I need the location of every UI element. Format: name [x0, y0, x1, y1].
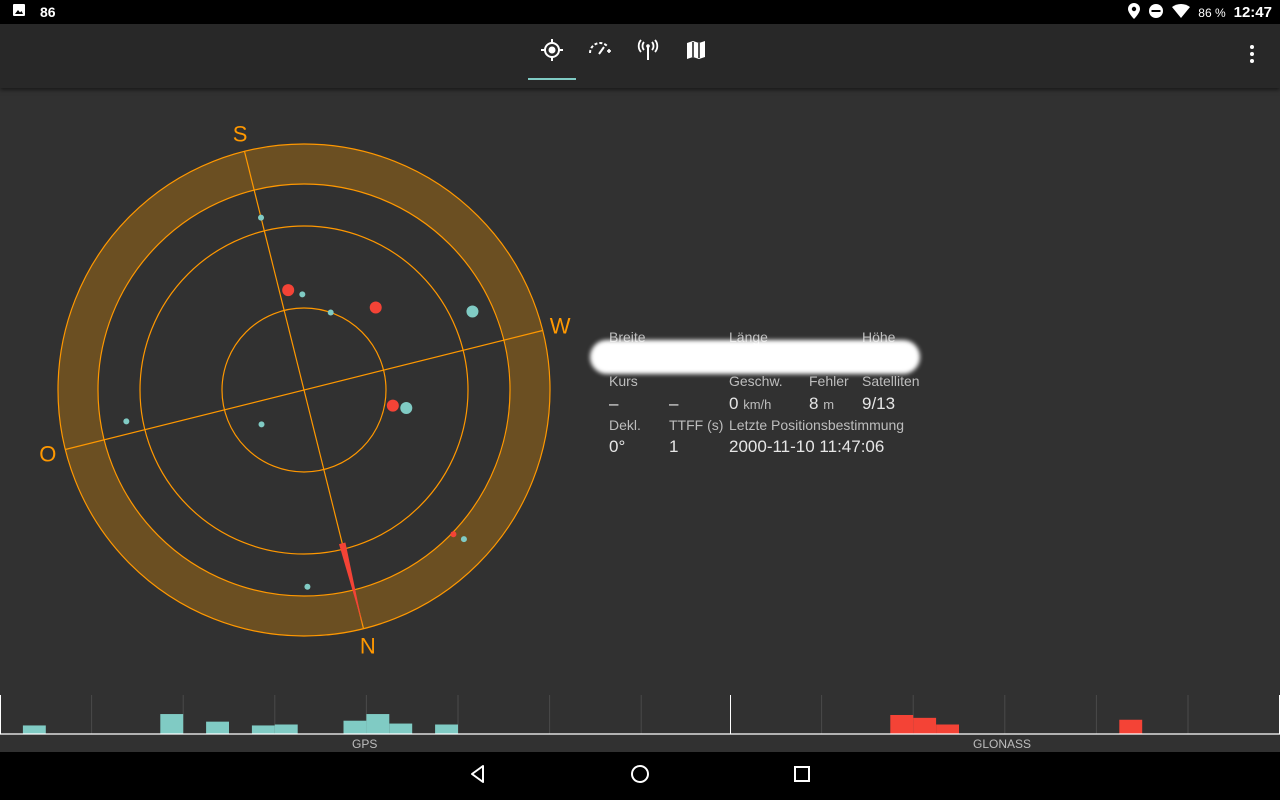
glonass-satellite: [282, 284, 295, 297]
accuracy-value: 8: [809, 394, 819, 413]
gps-signal-bar: [206, 721, 229, 734]
speedometer-icon: [588, 38, 612, 67]
glonass-satellite: [386, 399, 399, 412]
home-icon: [630, 764, 650, 789]
direction-west: W: [550, 314, 571, 339]
glonass-signal-bar: [1119, 719, 1143, 734]
gps-satellite: [258, 421, 265, 428]
accuracy-label: Fehler: [809, 373, 849, 389]
back-icon: [468, 764, 488, 789]
gps-satellite: [460, 536, 467, 543]
declination-label: Dekl.: [609, 417, 641, 433]
app-toolbar: [0, 24, 1280, 88]
speed-unit: km/h: [743, 397, 772, 412]
status-right: 86 % 12:47: [1128, 3, 1272, 22]
declination-value: 0°: [609, 437, 626, 456]
status-bar: 86 86 % 12:47: [0, 0, 1280, 24]
course-label: Kurs: [609, 373, 638, 389]
tab-status[interactable]: [528, 24, 576, 80]
tab-map[interactable]: [672, 24, 720, 80]
redacted-coordinates: [590, 340, 920, 374]
notification-count: 86: [40, 3, 56, 20]
more-vert-icon: [1249, 44, 1255, 69]
gps-satellite: [123, 418, 130, 425]
signal-bars: [22, 714, 1143, 734]
signal-bar-chart: [0, 695, 1280, 735]
ttff-label: TTFF (s): [669, 417, 724, 433]
speed-label: Geschw.: [729, 373, 783, 389]
accuracy-value-group: 8 m: [809, 394, 834, 414]
satellites-value: 9/13: [862, 394, 896, 413]
speed-value: 0: [729, 394, 739, 413]
ttff-value: 1: [669, 437, 679, 456]
gps-signal-bar: [389, 723, 413, 734]
gps-fix-icon: [540, 38, 564, 67]
recents-icon: [793, 765, 811, 788]
last-fix-value: 2000-11-10 11:47:06: [729, 437, 885, 456]
antenna-icon: [636, 38, 660, 67]
back-button[interactable]: [458, 760, 498, 792]
gps-satellite: [327, 309, 334, 316]
home-button[interactable]: [620, 760, 660, 792]
gps-satellite: [258, 214, 265, 221]
gps-signal-bar: [343, 720, 367, 734]
glonass-satellite: [450, 531, 457, 538]
direction-east: O: [39, 441, 56, 466]
clock: 12:47: [1233, 4, 1272, 21]
last-fix-label: Letzte Positionsbestimmung: [729, 417, 905, 433]
status-left: 86: [12, 3, 56, 20]
satellites-label: Satelliten: [862, 373, 920, 389]
map-icon: [685, 39, 707, 66]
glonass-signal-bar: [913, 717, 937, 734]
overflow-menu-button[interactable]: [1240, 40, 1264, 72]
do-not-disturb-icon: [1148, 3, 1164, 22]
glonass-signal-bar: [936, 724, 959, 734]
battery-percent: 86 %: [1198, 5, 1226, 20]
gps-signal-bar: [274, 724, 298, 734]
gps-signal-bar: [22, 725, 46, 734]
speed-value-group: 0 km/h: [729, 394, 771, 414]
sky-view: S W N O: [39, 121, 571, 659]
image-notification-icon: [12, 3, 26, 20]
wifi-icon: [1172, 4, 1191, 21]
tab-speed[interactable]: [576, 24, 624, 80]
glonass-satellite: [369, 301, 382, 314]
gps-signal-bar: [251, 725, 275, 734]
gps-satellite: [466, 305, 479, 318]
gps-signal-bar: [366, 714, 390, 734]
direction-north: N: [360, 634, 376, 659]
gps-satellite: [304, 583, 311, 590]
direction-south: S: [233, 121, 248, 146]
gps-satellite: [299, 291, 306, 298]
navigation-bar: [0, 752, 1280, 800]
gps-satellite: [400, 402, 413, 415]
gps-label: GPS: [352, 737, 378, 751]
gps-signal-bar: [160, 714, 184, 734]
east-west-axis: [65, 329, 543, 451]
tab-antenna[interactable]: [624, 24, 672, 80]
bar-grid: [0, 695, 1280, 734]
course-value-secondary: –: [669, 394, 679, 413]
recents-button[interactable]: [782, 760, 822, 792]
accuracy-unit: m: [823, 397, 835, 412]
course-value: –: [609, 394, 619, 413]
gps-signal-bar: [435, 724, 458, 734]
location-icon: [1128, 3, 1141, 22]
satellites: [123, 214, 479, 590]
glonass-label: GLONASS: [973, 737, 1032, 751]
glonass-signal-bar: [890, 715, 914, 734]
